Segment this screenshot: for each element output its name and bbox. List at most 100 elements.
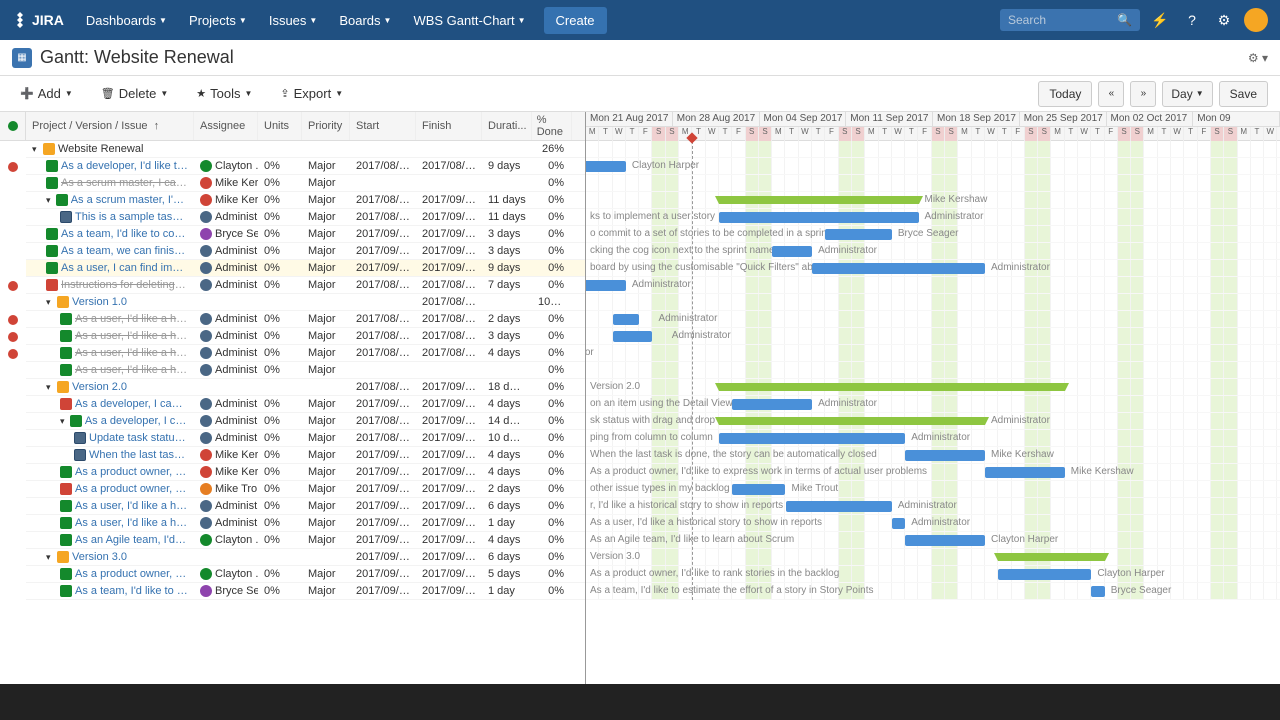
issue-name[interactable]: As a product owner, I'... bbox=[75, 483, 188, 495]
nav-item[interactable]: Projects ▼ bbox=[179, 7, 257, 34]
nav-item[interactable]: Dashboards ▼ bbox=[76, 7, 177, 34]
gantt-row[interactable]: other issue types in my backlogMike Trou… bbox=[586, 481, 1280, 498]
gantt-row[interactable]: As a product owner, I'd like to express … bbox=[586, 464, 1280, 481]
gantt-bar[interactable] bbox=[732, 399, 812, 410]
issue-name[interactable]: As an Agile team, I'd li... bbox=[75, 534, 188, 546]
col-start[interactable]: Start bbox=[350, 112, 416, 140]
expand-toggle[interactable]: ▾ bbox=[46, 297, 54, 308]
table-row[interactable]: As a developer, I'd like to ...Clayton .… bbox=[26, 158, 585, 175]
issue-name[interactable]: As a scrum master, I'd like ... bbox=[71, 194, 188, 206]
issue-name[interactable]: Instructions for deleting t... bbox=[61, 279, 188, 291]
gantt-bar[interactable] bbox=[732, 484, 785, 495]
delete-button[interactable]: 🗑Delete▼ bbox=[93, 82, 176, 105]
issue-name[interactable]: As a product owner, I'... bbox=[75, 568, 188, 580]
issue-name[interactable]: Update task status ... bbox=[89, 432, 188, 444]
table-row[interactable]: As a user, I'd like a hist...Administ...… bbox=[26, 328, 585, 345]
feedback-icon[interactable]: ⚡ bbox=[1148, 8, 1172, 32]
nav-item[interactable]: Boards ▼ bbox=[329, 7, 401, 34]
issue-name[interactable]: As a team, we can finish t... bbox=[61, 245, 188, 257]
issue-name[interactable]: As a user, I'd like a hist... bbox=[75, 313, 188, 325]
gantt-bar[interactable] bbox=[892, 518, 905, 529]
issue-name[interactable]: As a user, I'd like a hist... bbox=[75, 517, 188, 529]
table-row[interactable]: As a product owner, I'...Mike Tro...0%Ma… bbox=[26, 481, 585, 498]
gantt-row[interactable]: board by using the customisable "Quick F… bbox=[586, 260, 1280, 277]
table-row[interactable]: As a user, I'd like a hist...Administ...… bbox=[26, 311, 585, 328]
table-row[interactable]: As a product owner, I'...Mike Ker...0%Ma… bbox=[26, 464, 585, 481]
settings-icon[interactable]: ⚙ bbox=[1212, 8, 1236, 32]
gantt-bar[interactable] bbox=[985, 467, 1065, 478]
table-row[interactable]: As a product owner, I'...Clayton ...0%Ma… bbox=[26, 566, 585, 583]
issue-name[interactable]: Version 1.0 bbox=[72, 296, 127, 308]
gantt-bar[interactable] bbox=[613, 314, 640, 325]
gantt-bar[interactable] bbox=[586, 280, 626, 291]
gantt-row[interactable]: Administrator bbox=[586, 328, 1280, 345]
table-row[interactable]: As a team, I'd like to es...Bryce Se...0… bbox=[26, 583, 585, 600]
gantt-row[interactable]: Clayton Harper bbox=[586, 158, 1280, 175]
user-avatar[interactable] bbox=[1244, 8, 1268, 32]
search-input[interactable] bbox=[1008, 13, 1117, 27]
table-row[interactable]: When the last task ...Mike Ker...0%Major… bbox=[26, 447, 585, 464]
issue-name[interactable]: Version 3.0 bbox=[72, 551, 127, 563]
expand-toggle[interactable]: ▾ bbox=[60, 416, 67, 427]
add-button[interactable]: ➕Add▼ bbox=[12, 82, 81, 105]
issue-name[interactable]: As a team, I'd like to com... bbox=[61, 228, 188, 240]
gantt-row[interactable]: ping from column to columnAdministrator bbox=[586, 430, 1280, 447]
help-icon[interactable]: ? bbox=[1180, 8, 1204, 32]
table-row[interactable]: As a team, I'd like to com...Bryce Se...… bbox=[26, 226, 585, 243]
prev-button[interactable]: « bbox=[1098, 81, 1124, 107]
gantt-row[interactable]: Version 3.0 bbox=[586, 549, 1280, 566]
gantt-row[interactable] bbox=[586, 141, 1280, 158]
issue-name[interactable]: Version 2.0 bbox=[72, 381, 127, 393]
table-row[interactable]: ▾Version 2.02017/08/312017/09/2518 days0… bbox=[26, 379, 585, 396]
expand-toggle[interactable]: ▾ bbox=[32, 144, 40, 155]
gantt-bar[interactable] bbox=[586, 161, 626, 172]
table-row[interactable]: ▾Version 3.02017/09/212017/09/286 days0% bbox=[26, 549, 585, 566]
save-button[interactable]: Save bbox=[1219, 81, 1268, 107]
table-row[interactable]: This is a sample task. T...Administ...0%… bbox=[26, 209, 585, 226]
issue-name[interactable]: As a user, I'd like a hist... bbox=[75, 330, 188, 342]
col-priority[interactable]: Priority bbox=[302, 112, 350, 140]
gantt-bar[interactable] bbox=[812, 263, 985, 274]
zoom-unit-button[interactable]: Day▼ bbox=[1162, 81, 1212, 107]
table-row[interactable]: Update task status ...Administ...0%Major… bbox=[26, 430, 585, 447]
gantt-row[interactable] bbox=[586, 362, 1280, 379]
gantt-row[interactable]: Version 2.0 bbox=[586, 379, 1280, 396]
gantt-bar[interactable] bbox=[786, 501, 892, 512]
table-row[interactable]: ▾Version 1.02017/08/17100% bbox=[26, 294, 585, 311]
gantt-bar[interactable] bbox=[719, 417, 985, 425]
gantt-chart[interactable]: Mon 21 Aug 2017Mon 28 Aug 2017Mon 04 Sep… bbox=[586, 112, 1280, 684]
nav-item[interactable]: WBS Gantt-Chart ▼ bbox=[403, 7, 535, 34]
gantt-row[interactable]: on an item using the Detail ViewAdminist… bbox=[586, 396, 1280, 413]
issue-name[interactable]: As a scrum master, I can s... bbox=[61, 177, 188, 189]
col-units[interactable]: Units bbox=[258, 112, 302, 140]
table-row[interactable]: As an Agile team, I'd li...Clayton ...0%… bbox=[26, 532, 585, 549]
table-row[interactable]: As a user, I'd like a hist...Administ...… bbox=[26, 362, 585, 379]
next-button[interactable]: » bbox=[1130, 81, 1156, 107]
gantt-row[interactable]: strator bbox=[586, 345, 1280, 362]
issue-name[interactable]: As a user, I'd like a hist... bbox=[75, 500, 188, 512]
gantt-row[interactable]: Administrator bbox=[586, 311, 1280, 328]
gantt-row[interactable]: As a team, I'd like to estimate the effo… bbox=[586, 583, 1280, 600]
issue-name[interactable]: When the last task ... bbox=[89, 449, 188, 461]
table-row[interactable]: As a user, I can find impor...Administ..… bbox=[26, 260, 585, 277]
gantt-bar[interactable] bbox=[719, 383, 1065, 391]
search-box[interactable]: 🔍 bbox=[1000, 9, 1140, 31]
tools-button[interactable]: ★Tools▼ bbox=[188, 82, 260, 105]
gantt-bar[interactable] bbox=[613, 331, 653, 342]
gantt-bar[interactable] bbox=[1091, 586, 1104, 597]
expand-toggle[interactable]: ▾ bbox=[46, 195, 53, 206]
col-finish[interactable]: Finish bbox=[416, 112, 482, 140]
gantt-row[interactable]: Administrator bbox=[586, 277, 1280, 294]
expand-toggle[interactable]: ▾ bbox=[46, 382, 54, 393]
col-assignee[interactable]: Assignee bbox=[194, 112, 258, 140]
gantt-row[interactable]: As a user, I'd like a historical story t… bbox=[586, 515, 1280, 532]
gantt-row[interactable] bbox=[586, 175, 1280, 192]
table-row[interactable]: ▾As a scrum master, I'd like ...Mike Ker… bbox=[26, 192, 585, 209]
gantt-row[interactable]: When the last task is done, the story ca… bbox=[586, 447, 1280, 464]
gantt-row[interactable]: Mike Kershaw bbox=[586, 192, 1280, 209]
gantt-bar[interactable] bbox=[719, 212, 919, 223]
col-name[interactable]: Project / Version / Issue ↑ bbox=[26, 112, 194, 140]
issue-name[interactable]: As a developer, I'd like to ... bbox=[61, 160, 188, 172]
issue-name[interactable]: As a product owner, I'... bbox=[75, 466, 188, 478]
page-settings-icon[interactable]: ⚙ ▾ bbox=[1248, 51, 1268, 65]
